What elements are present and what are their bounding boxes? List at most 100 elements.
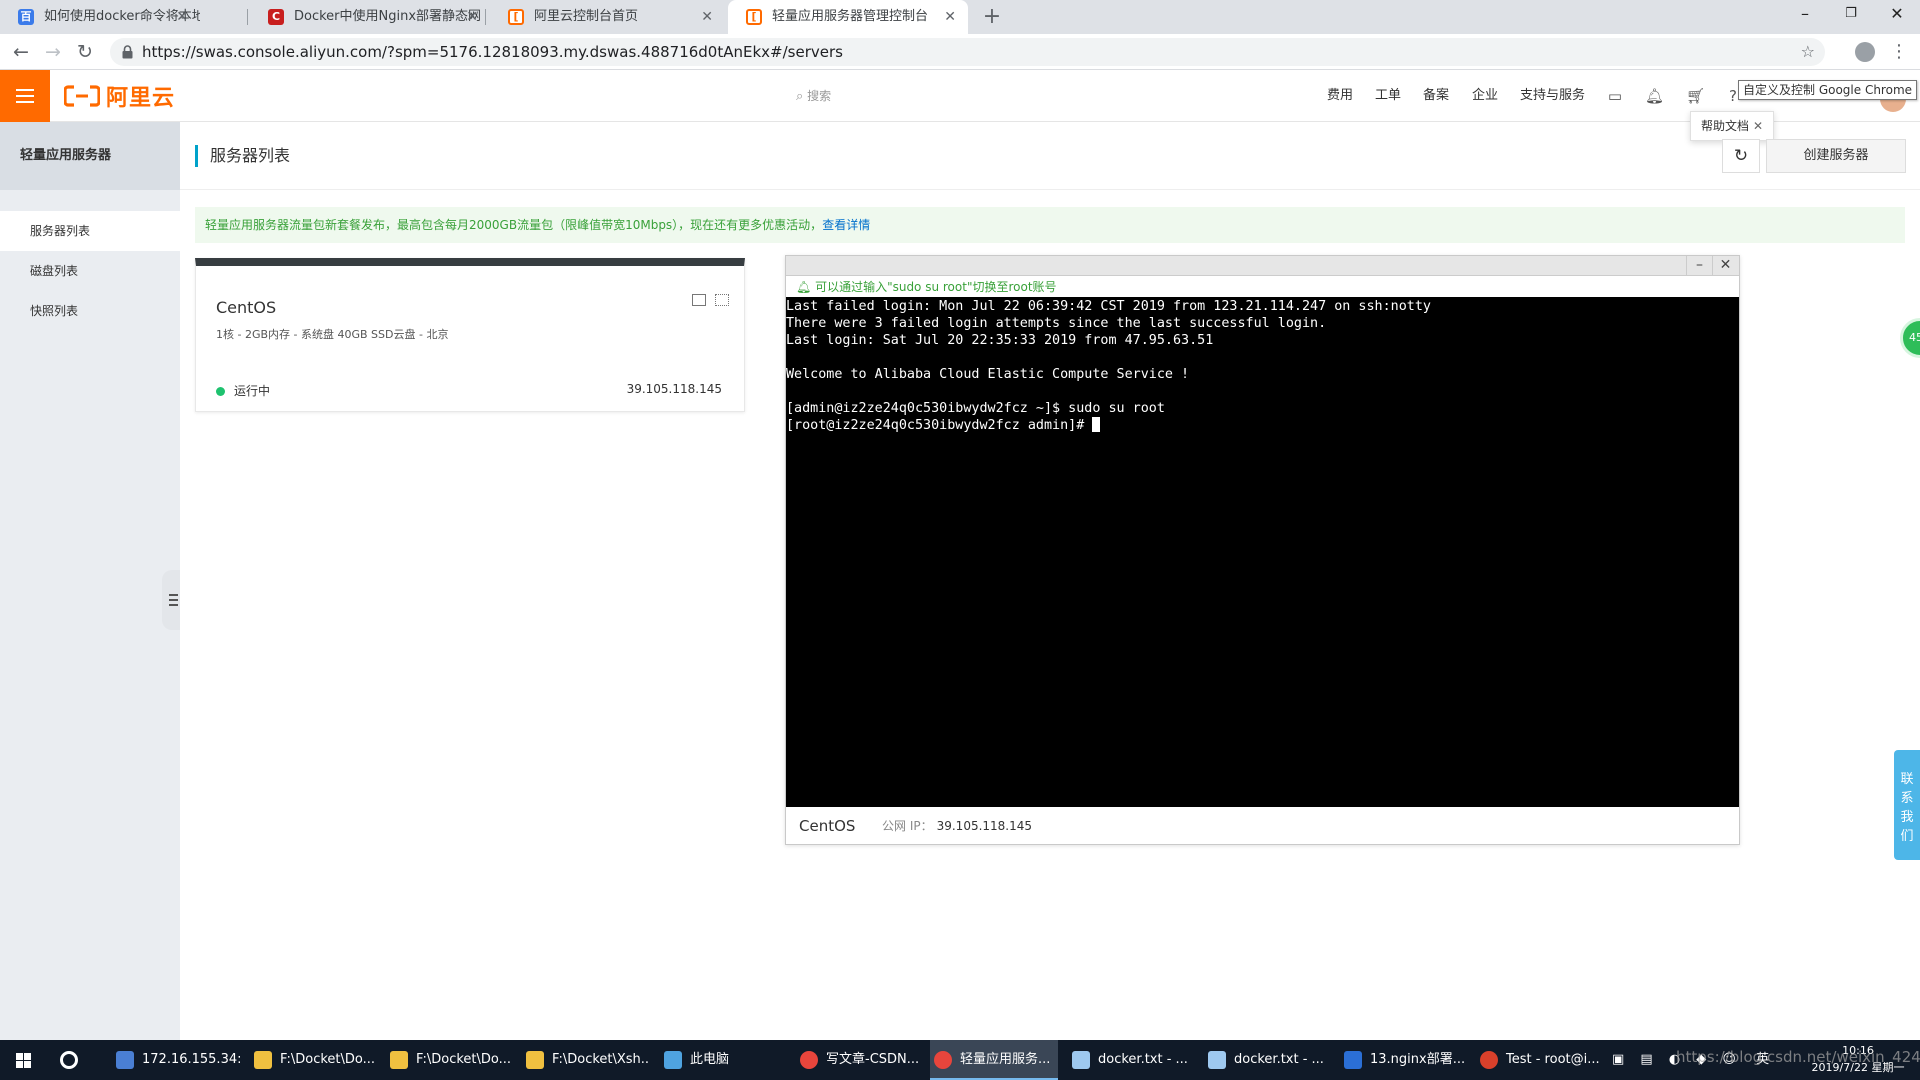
sidebar-title: 轻量应用服务器: [0, 122, 180, 190]
search-icon: ⌕: [796, 89, 804, 104]
notice-text: 轻量应用服务器流量包新套餐发布，最高包含每月2000GB流量包（限峰值带宽10M…: [205, 218, 823, 232]
sidebar-collapse-handle[interactable]: [162, 570, 180, 630]
minimize-icon[interactable]: –: [1686, 256, 1712, 275]
tab-docker-nginx[interactable]: C Docker中使用Nginx部署静态网 ✕: [250, 0, 490, 34]
terminal-screen[interactable]: Last failed login: Mon Jul 22 06:39:42 C…: [786, 297, 1739, 807]
chrome-icon: [934, 1051, 952, 1069]
remote-desktop-icon: [116, 1051, 134, 1069]
server-card[interactable]: CentOS 1核 - 2GB内存 - 系统盘 40GB SSD云盘 - 北京 …: [195, 258, 745, 412]
watermark: https://blog.csdn.net/weixin_42457515: [1676, 1048, 1920, 1066]
server-ip: 39.105.118.145: [626, 382, 722, 396]
tab-docker-command[interactable]: 百 如何使用docker命令将本地静态 ✕: [0, 0, 200, 34]
hamburger-menu-icon[interactable]: [0, 70, 50, 122]
tab-aliyun-home[interactable]: [ 阿里云控制台首页 ✕: [490, 0, 725, 34]
close-tab-icon[interactable]: ✕: [176, 0, 188, 34]
tab-swas-console[interactable]: [ 轻量应用服务器管理控制台 ✕: [728, 0, 968, 34]
terminal-window[interactable]: – ✕ 🔔︎ 可以通过输入"sudo su root"切换至root账号 Las…: [785, 255, 1740, 845]
taskbar-item-notepad[interactable]: docker.txt - ...: [1204, 1040, 1332, 1080]
terminal-prompt-line: [root@iz2ze24q0c530ibwydw2fcz admin]#: [786, 417, 1739, 434]
close-window-button[interactable]: ✕: [1874, 0, 1920, 30]
cloud-shell-icon[interactable]: ▭: [1606, 87, 1624, 105]
folder-icon: [390, 1051, 408, 1069]
cart-icon[interactable]: 🛒︎: [1686, 87, 1705, 105]
taskbar-item-folder[interactable]: F:\Docket\Xsh...: [522, 1040, 650, 1080]
close-tab-icon[interactable]: ✕: [944, 0, 956, 34]
aliyun-icon: [: [746, 9, 762, 25]
nav-enterprise[interactable]: 企业: [1472, 70, 1498, 122]
taskbar-item-folder[interactable]: F:\Docket\Do...: [250, 1040, 378, 1080]
refresh-icon: ↻: [1733, 146, 1749, 166]
taskbar-label: F:\Docket\Do...: [416, 1052, 512, 1067]
computer-icon: [664, 1051, 682, 1069]
sidebar-item-disks[interactable]: 磁盘列表: [0, 251, 180, 291]
star-icon[interactable]: ☆: [1801, 38, 1815, 66]
bell-icon[interactable]: 🔔︎: [1645, 87, 1664, 105]
windows-start-icon[interactable]: [0, 1040, 48, 1080]
profile-icon[interactable]: [1855, 42, 1875, 62]
new-tab-button[interactable]: +: [977, 0, 1007, 34]
notepad-icon: [1208, 1051, 1226, 1069]
nav-tickets[interactable]: 工单: [1375, 70, 1401, 122]
minimize-button[interactable]: –: [1782, 0, 1828, 30]
floating-badge[interactable]: 45: [1900, 318, 1920, 358]
csdn-icon: C: [268, 9, 284, 25]
remote-connect-icon[interactable]: [692, 294, 706, 306]
back-icon[interactable]: ←: [6, 34, 36, 70]
editor-icon: [1344, 1051, 1362, 1069]
nav-billing[interactable]: 费用: [1327, 70, 1353, 122]
lock-icon[interactable]: [122, 45, 133, 59]
taskbar-item-xshell[interactable]: Test - root@i...: [1476, 1040, 1604, 1080]
taskbar-item-editor[interactable]: 13.nginx部署...: [1340, 1040, 1468, 1080]
server-status: 运行中: [234, 384, 271, 398]
menu-icon[interactable]: ⋮: [1890, 34, 1908, 70]
terminal-footer: CentOS 公网 IP： 39.105.118.145: [786, 808, 1739, 844]
terminal-titlebar[interactable]: – ✕: [786, 256, 1739, 276]
taskbar-label: 写文章-CSDN...: [826, 1052, 920, 1067]
terminal-ip: 公网 IP： 39.105.118.145: [882, 808, 1032, 844]
refresh-button[interactable]: ↻: [1722, 139, 1760, 173]
status-indicator: [216, 387, 225, 396]
aliyun-icon: [: [508, 9, 524, 25]
taskbar-label: 13.nginx部署...: [1370, 1052, 1466, 1067]
page-title: 服务器列表: [195, 145, 290, 167]
taskbar-label: F:\Docket\Do...: [280, 1052, 376, 1067]
taskbar-item-remote-desktop[interactable]: 172.16.155.34:...: [112, 1040, 240, 1080]
taskbar-item-chrome-active[interactable]: 轻量应用服务...: [930, 1040, 1058, 1080]
nav-icp[interactable]: 备案: [1423, 70, 1449, 122]
tab-title: 轻量应用服务器管理控制台: [772, 9, 929, 24]
restore-button[interactable]: ❐: [1828, 0, 1874, 30]
taskbar-label: Test - root@i...: [1506, 1052, 1600, 1067]
close-icon[interactable]: ✕: [1712, 256, 1738, 275]
help-docs-label[interactable]: 帮助文档: [1701, 119, 1749, 133]
close-icon[interactable]: ✕: [1753, 119, 1763, 133]
terminal-line: Last failed login: Mon Jul 22 06:39:42 C…: [786, 299, 1431, 314]
close-tab-icon[interactable]: ✕: [466, 0, 478, 34]
aliyun-logo-icon: [64, 85, 100, 107]
notice-link[interactable]: 查看详情: [822, 218, 870, 232]
cortana-icon[interactable]: [60, 1051, 78, 1069]
address-bar[interactable]: https://swas.console.aliyun.com/?spm=517…: [110, 38, 1825, 66]
folder-icon: [254, 1051, 272, 1069]
aliyun-logo[interactable]: 阿里云: [64, 82, 175, 111]
console-topbar: 阿里云 ⌕ 搜索 费用 工单 备案 企业 支持与服务 ▭ 🔔︎ 🛒︎ ?: [0, 70, 1920, 122]
taskbar-item-this-pc[interactable]: 此电脑: [660, 1040, 788, 1080]
reload-icon[interactable]: ↻: [70, 34, 100, 70]
taskbar-item-notepad[interactable]: docker.txt - ...: [1068, 1040, 1196, 1080]
nav-support[interactable]: 支持与服务: [1520, 70, 1585, 122]
terminal-cursor: [1092, 417, 1101, 432]
close-tab-icon[interactable]: ✕: [701, 0, 713, 34]
sidebar-item-snapshots[interactable]: 快照列表: [0, 291, 180, 331]
contact-us-button[interactable]: 联系我们: [1894, 750, 1920, 860]
help-docs-popover[interactable]: 帮助文档 ✕: [1690, 111, 1775, 141]
taskbar-item-chrome[interactable]: 写文章-CSDN...: [796, 1040, 924, 1080]
app-grid-icon[interactable]: [715, 294, 729, 306]
taskbar-label: docker.txt - ...: [1098, 1052, 1188, 1067]
taskbar-item-folder[interactable]: F:\Docket\Do...: [386, 1040, 514, 1080]
terminal-line: Welcome to Alibaba Cloud Elastic Compute…: [786, 367, 1190, 382]
global-search[interactable]: ⌕ 搜索: [796, 70, 831, 123]
create-server-button[interactable]: 创建服务器: [1766, 139, 1906, 173]
tab-title: 阿里云控制台首页: [534, 9, 639, 24]
sidebar-item-servers[interactable]: 服务器列表: [0, 211, 180, 251]
url-text[interactable]: https://swas.console.aliyun.com/?spm=517…: [142, 38, 843, 66]
forward-icon[interactable]: →: [38, 34, 68, 70]
